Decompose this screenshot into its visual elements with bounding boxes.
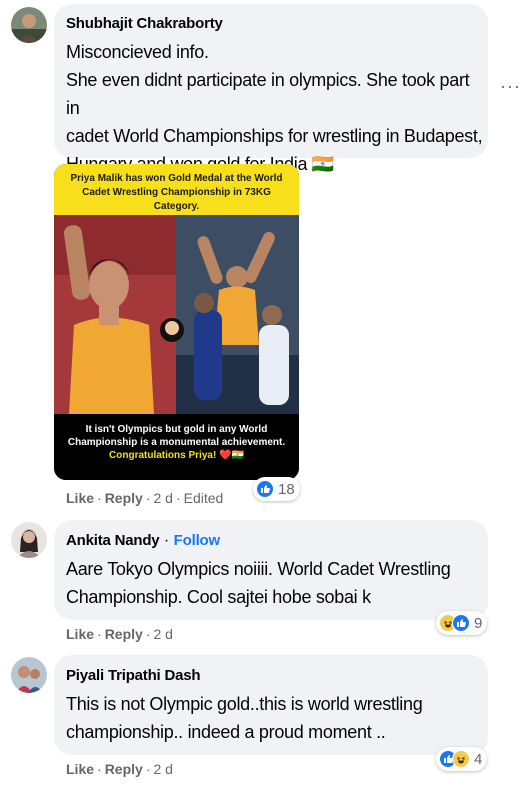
like-button[interactable]: Like: [66, 626, 94, 642]
comment-line: championship.. indeed a proud moment ..: [66, 722, 386, 742]
reaction-summary[interactable]: 4: [436, 747, 488, 771]
timestamp[interactable]: 2 d: [153, 626, 172, 642]
caption-congrats: Congratulations Priya! ❤️🇮🇳: [109, 450, 244, 461]
like-reaction-icon: [256, 480, 274, 498]
caption-line: It isn't Olympics but gold in any World: [85, 424, 268, 435]
timestamp[interactable]: 2 d: [153, 761, 172, 777]
reaction-summary[interactable]: 9: [436, 611, 488, 635]
comment-author[interactable]: Ankita Nandy: [66, 532, 160, 549]
image-banner-text: Priya Malik has won Gold Medal at the Wo…: [54, 164, 299, 215]
comment-line: Championship. Cool sajtei hobe sobai k: [66, 587, 371, 607]
avatar[interactable]: [11, 7, 47, 43]
comment-text: Misconcieved info. She even didnt partic…: [66, 38, 484, 178]
comment-actions: Like · Reply · 2 d: [66, 761, 173, 777]
reaction-count: 18: [278, 480, 295, 498]
image-caption: It isn't Olympics but gold in any World …: [54, 414, 299, 480]
comment-text: Aare Tokyo Olympics noiiii. World Cadet …: [66, 555, 484, 611]
comment-line: cadet World Championships for wrestling …: [66, 126, 483, 146]
comment-image-attachment[interactable]: Priya Malik has won Gold Medal at the Wo…: [54, 164, 299, 480]
comment-header: Ankita Nandy · Follow: [66, 532, 220, 549]
reaction-count: 9: [474, 614, 483, 632]
comment-author[interactable]: Piyali Tripathi Dash: [66, 667, 201, 684]
avatar[interactable]: [11, 657, 47, 693]
edited-label: Edited: [183, 490, 224, 506]
like-button[interactable]: Like: [66, 761, 94, 777]
reply-button[interactable]: Reply: [105, 626, 143, 642]
comment-bubble: Piyali Tripathi Dash This is not Olympic…: [54, 655, 488, 755]
comment-text: This is not Olympic gold..this is world …: [66, 690, 484, 746]
follow-button[interactable]: Follow: [174, 532, 220, 549]
haha-reaction-icon: [452, 750, 470, 768]
comment-bubble: Shubhajit Chakraborty Misconcieved info.…: [54, 4, 488, 174]
like-reaction-icon: [452, 614, 470, 632]
avatar[interactable]: [11, 522, 47, 558]
reply-button[interactable]: Reply: [105, 490, 143, 506]
comment-author[interactable]: Shubhajit Chakraborty: [66, 15, 223, 32]
caption-line: Championship is a monumental achievement…: [67, 437, 286, 448]
comment-line: She even didnt participate in olympics. …: [66, 70, 470, 118]
like-button[interactable]: Like: [66, 490, 94, 506]
reaction-count: 4: [474, 750, 483, 768]
timestamp[interactable]: 2 d: [153, 490, 172, 506]
comment-actions: Like · Reply · 2 d · Edited: [66, 490, 224, 506]
comment-line: This is not Olympic gold..this is world …: [66, 694, 423, 714]
comment-line: Aare Tokyo Olympics noiiii. World Cadet …: [66, 559, 451, 579]
comment-line: Misconcieved info.: [66, 42, 209, 62]
comment-actions: Like · Reply · 2 d: [66, 626, 173, 642]
reply-button[interactable]: Reply: [105, 761, 143, 777]
wrestler-photo: [54, 215, 299, 414]
reaction-summary[interactable]: 18: [253, 477, 300, 501]
comment-bubble: Ankita Nandy · Follow Aare Tokyo Olympic…: [54, 520, 488, 620]
more-options-icon[interactable]: ···: [500, 76, 521, 97]
